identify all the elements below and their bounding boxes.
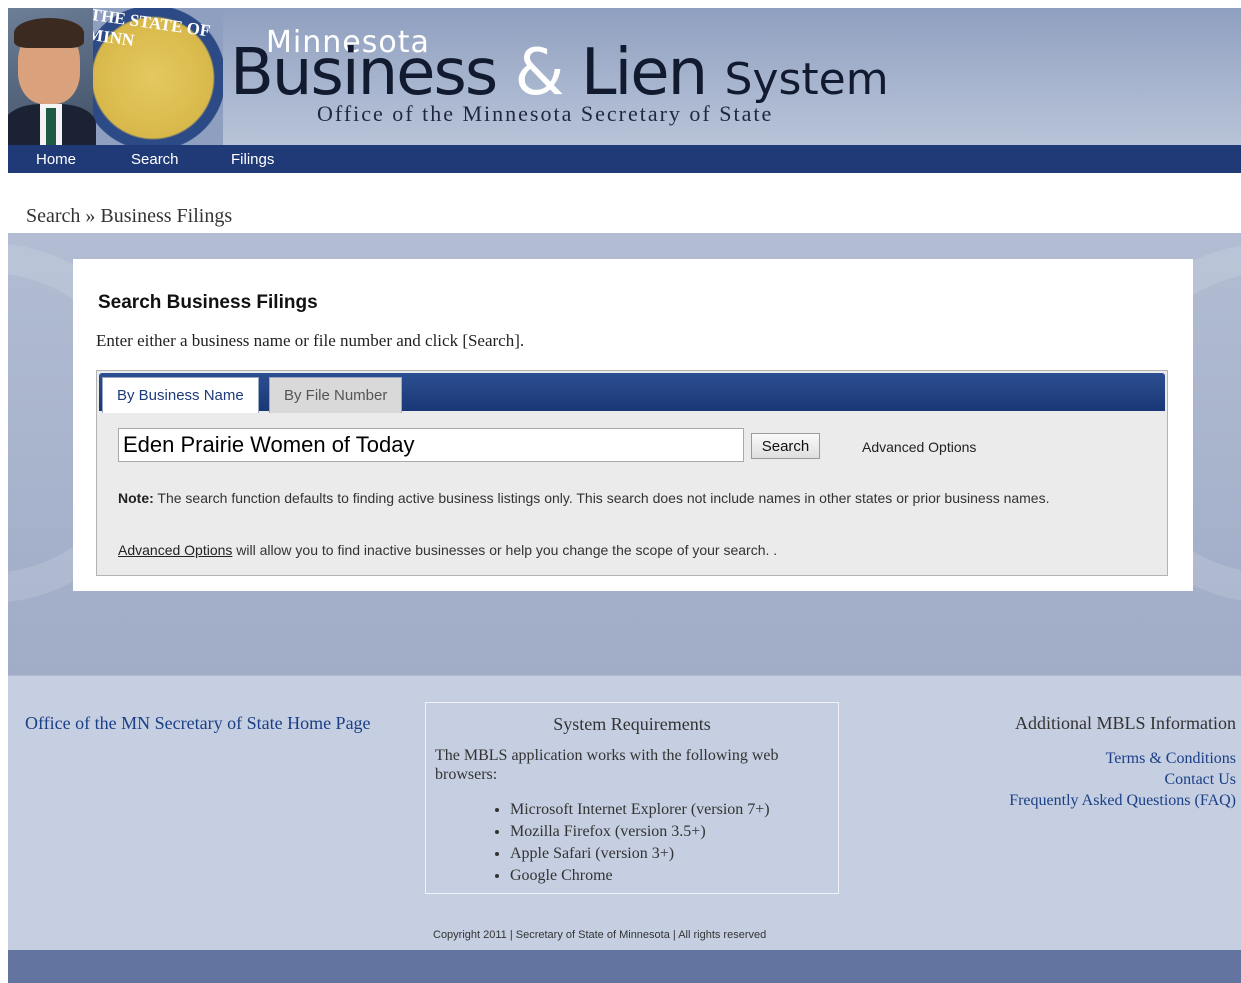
site-header: THE STATE OF MINN Minnesota Business & L… [8,8,1241,154]
nav-filings[interactable]: Filings [231,145,274,173]
site-footer: Office of the MN Secretary of State Home… [8,675,1241,951]
seal-text: THE STATE OF MINN [86,8,211,50]
brand-subtitle: Office of the Minnesota Secretary of Sta… [317,101,774,126]
terms-link[interactable]: Terms & Conditions [1009,748,1236,769]
search-button[interactable]: Search [751,433,820,459]
search-card: Search Business Filings Enter either a b… [73,259,1193,591]
business-name-input[interactable] [118,428,744,462]
list-item: Microsoft Internet Explorer (version 7+) [510,799,770,821]
advanced-options-text: will allow you to find inactive business… [232,542,778,558]
additional-info: Additional MBLS Information Terms & Cond… [1009,713,1236,811]
tab-by-business-name[interactable]: By Business Name [102,377,259,413]
faq-link[interactable]: Frequently Asked Questions (FAQ) [1009,790,1236,811]
main-nav: Home Search Filings [8,145,1241,173]
main-content: Search Business Filings Enter either a b… [8,233,1241,675]
sos-home-link[interactable]: Office of the MN Secretary of State Home… [25,713,371,734]
search-panel: By Business Name By File Number Search A… [96,370,1168,576]
nav-home[interactable]: Home [36,145,76,173]
note-label: Note: [118,490,154,506]
list-item: Mozilla Firefox (version 3.5+) [510,821,770,843]
advanced-options-link[interactable]: Advanced Options [862,439,976,455]
search-tabs: By Business Name By File Number [99,373,1165,413]
secretary-portrait [8,8,96,154]
tab-by-file-number[interactable]: By File Number [269,377,403,413]
search-note: Note: The search function defaults to fi… [118,488,1118,509]
page-title: Search Business Filings [98,292,318,313]
list-item: Apple Safari (version 3+) [510,843,770,865]
bottom-bar [8,950,1241,983]
browser-list: Microsoft Internet Explorer (version 7+)… [492,799,770,887]
breadcrumb-bar: Search » Business Filings [8,173,1241,233]
additional-info-title: Additional MBLS Information [1015,713,1236,733]
search-instructions: Enter either a business name or file num… [96,331,525,350]
contact-link[interactable]: Contact Us [1009,769,1236,790]
note-text: The search function defaults to finding … [153,490,1050,506]
brand-word-system: System [724,54,889,105]
breadcrumb: Search » Business Filings [26,205,233,227]
brand-word-business: Business [230,36,498,110]
system-requirements-box: System Requirements The MBLS application… [425,702,839,894]
advanced-options-info: Advanced Options will allow you to find … [118,542,777,558]
nav-search[interactable]: Search [131,145,179,173]
copyright: Copyright 2011 | Secretary of State of M… [433,929,767,941]
list-item: Google Chrome [510,865,770,887]
advanced-options-inline-link[interactable]: Advanced Options [118,542,232,558]
system-requirements-text: The MBLS application works with the foll… [435,747,779,783]
brand-word-lien: Lien [580,36,708,110]
page-frame: THE STATE OF MINN Minnesota Business & L… [8,8,1241,983]
system-requirements-title: System Requirements [553,714,711,734]
brand-ampersand: & [514,36,565,110]
